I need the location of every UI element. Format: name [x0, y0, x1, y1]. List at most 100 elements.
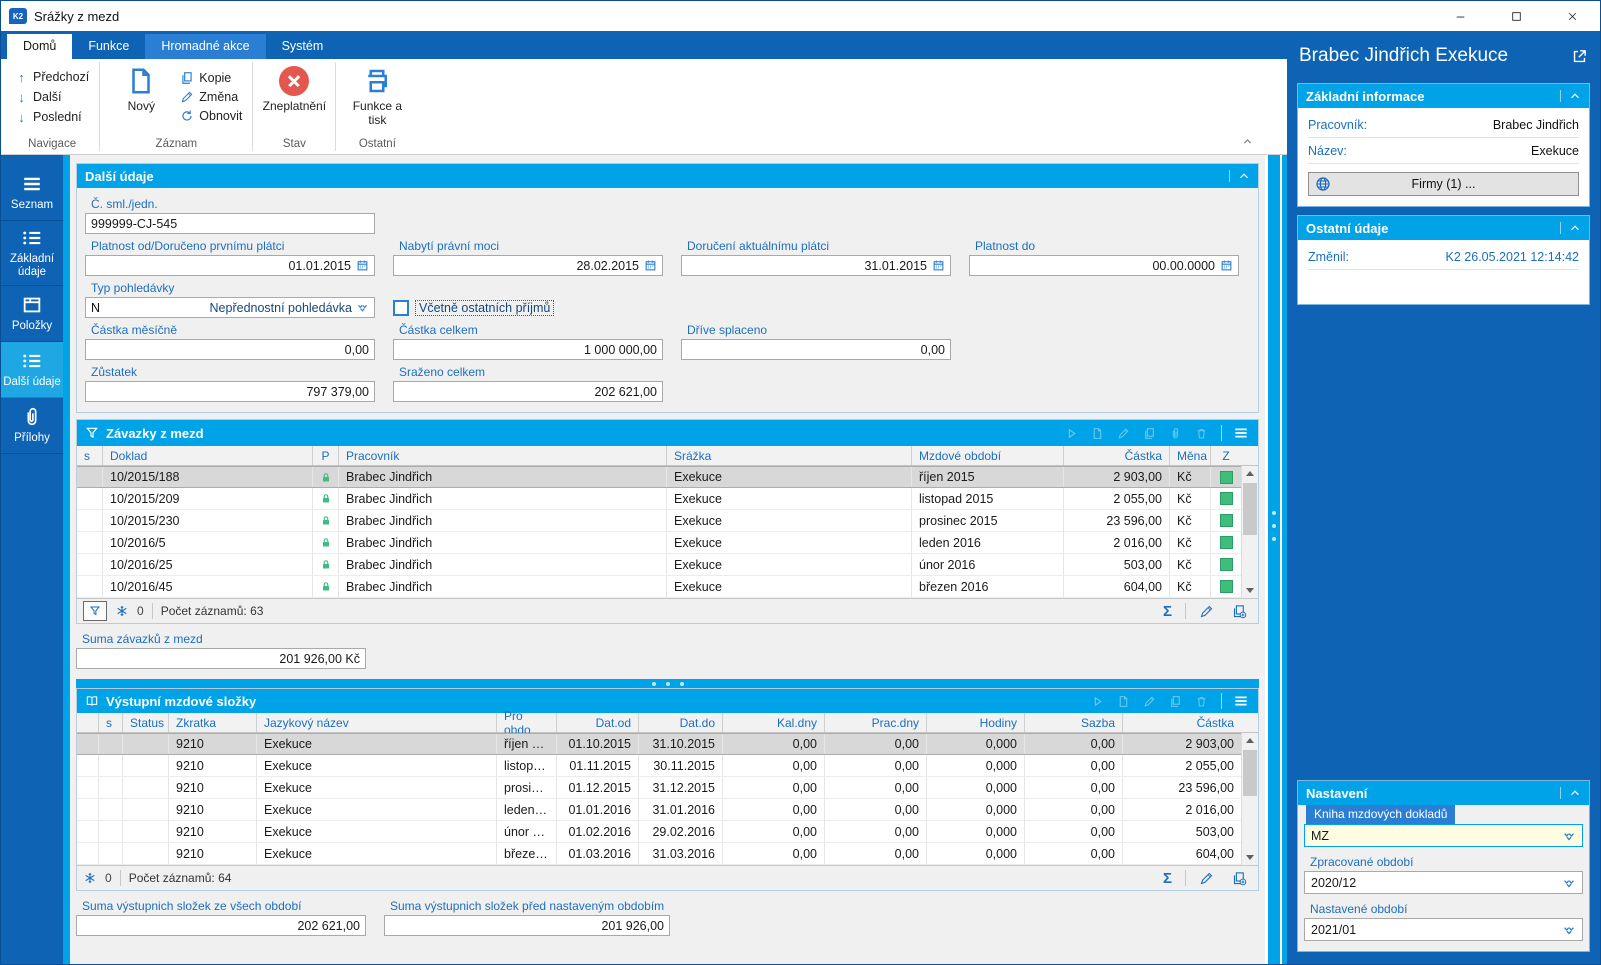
suma-vse-input[interactable]: 202 621,00 [76, 915, 366, 936]
collapse-card-button[interactable] [1560, 222, 1581, 234]
zustatek-input[interactable]: 797 379,00 [85, 381, 375, 402]
table-row[interactable]: 9210 Exekuce únor … 01.02.2016 29.02.201… [77, 821, 1241, 843]
table-menu-icon[interactable] [1221, 693, 1250, 709]
table-row[interactable]: 9210 Exekuce leden… 01.01.2016 31.01.201… [77, 799, 1241, 821]
frozen-records-icon[interactable] [83, 871, 97, 885]
copy-record-icon[interactable] [1143, 427, 1156, 440]
collapse-section-button[interactable] [1229, 170, 1250, 182]
platnost-od-input[interactable]: 01.01.2015 [85, 255, 375, 276]
scroll-up-icon[interactable] [1242, 733, 1258, 748]
new-record-icon[interactable] [1117, 695, 1130, 708]
doruceni-platci-input[interactable]: 31.01.2015 [681, 255, 951, 276]
dropdown-icon[interactable] [1562, 829, 1576, 843]
collapse-card-button[interactable] [1560, 787, 1581, 799]
copy-add-button[interactable] [1227, 604, 1252, 619]
col-pracovnik[interactable]: Pracovník [339, 446, 667, 465]
tab-system[interactable]: Systém [266, 34, 340, 59]
sidebar-item-dalsi-udaje[interactable]: Další údaje [1, 342, 63, 398]
col-dat-od[interactable]: Dat.od [557, 713, 639, 732]
table-row[interactable]: 9210 Exekuce listop… 01.11.2015 30.11.20… [77, 755, 1241, 777]
kniha-dokladu-select[interactable]: MZ [1304, 824, 1583, 847]
table-row[interactable]: 10/2016/5 Brabec Jindřich Exekuce leden … [77, 532, 1241, 554]
table-row[interactable]: 9210 Exekuce říjen … 01.10.2015 31.10.20… [77, 733, 1241, 755]
col-mena[interactable]: Měna [1170, 446, 1211, 465]
col-kal-dny[interactable]: Kal.dny [723, 713, 825, 732]
col-s[interactable]: s [99, 713, 123, 732]
sidebar-item-zakladni-udaje[interactable]: Základní údaje [1, 221, 63, 286]
edit-button[interactable] [1194, 604, 1219, 619]
cislo-smlouvy-input[interactable]: 999999-CJ-545 [85, 213, 375, 234]
close-button[interactable] [1544, 1, 1600, 31]
calendar-icon[interactable] [356, 259, 369, 272]
panel-splitter[interactable] [1265, 31, 1287, 964]
castka-celkem-input[interactable]: 1 000 000,00 [393, 339, 663, 360]
new-button[interactable]: Nový [106, 62, 176, 134]
scrollbar-thumb[interactable] [1243, 483, 1257, 535]
copy-add-button[interactable] [1227, 871, 1252, 886]
edit-record-icon[interactable] [1143, 695, 1156, 708]
col-pro-obdobi[interactable]: Pro obdo [497, 713, 557, 732]
col-castka[interactable]: Částka [1123, 713, 1241, 732]
col-mzdove-obdobi[interactable]: Mzdové období [912, 446, 1064, 465]
suma-pred-input[interactable]: 201 926,00 [384, 915, 670, 936]
suma-zavazku-input[interactable]: 201 926,00 Kč [76, 648, 366, 669]
delete-record-icon[interactable] [1195, 695, 1208, 708]
attachment-icon[interactable] [1169, 427, 1182, 440]
tab-hromadne-akce[interactable]: Hromadné akce [145, 34, 265, 59]
nabyti-pravni-moci-input[interactable]: 28.02.2015 [393, 255, 663, 276]
table-row[interactable]: 10/2016/25 Brabec Jindřich Exekuce únor … [77, 554, 1241, 576]
scrollbar-thumb[interactable] [1243, 750, 1257, 796]
ribbon-collapse-button[interactable] [1242, 136, 1253, 150]
dropdown-icon[interactable] [1562, 876, 1576, 890]
col-srazka[interactable]: Srážka [667, 446, 912, 465]
sidebar-splitter[interactable] [63, 155, 70, 964]
col-jazykovy-nazev[interactable]: Jazykový název [257, 713, 497, 732]
calendar-icon[interactable] [932, 259, 945, 272]
refresh-button[interactable]: Obnovit [176, 108, 246, 124]
minimize-button[interactable] [1432, 1, 1488, 31]
vertical-scrollbar[interactable] [1241, 733, 1258, 865]
open-external-icon[interactable] [1571, 48, 1588, 65]
col-zkratka[interactable]: Zkratka [169, 713, 257, 732]
calendar-icon[interactable] [644, 259, 657, 272]
delete-record-icon[interactable] [1195, 427, 1208, 440]
table-row[interactable]: 10/2015/188 Brabec Jindřich Exekuce říje… [77, 466, 1241, 488]
maximize-button[interactable] [1488, 1, 1544, 31]
edit-record-icon[interactable] [1117, 427, 1130, 440]
scroll-down-icon[interactable] [1242, 583, 1258, 598]
run-icon[interactable] [1091, 695, 1104, 708]
vcetne-prijmu-label[interactable]: Včetně ostatních příjmů [415, 300, 554, 316]
collapse-card-button[interactable] [1560, 90, 1581, 102]
col-p[interactable]: P [313, 446, 339, 465]
run-icon[interactable] [1065, 427, 1078, 440]
frozen-records-icon[interactable] [115, 604, 129, 618]
table-row[interactable]: 10/2016/45 Brabec Jindřich Exekuce březe… [77, 576, 1241, 598]
last-button[interactable]: ↓Poslední [11, 109, 93, 126]
sidebar-item-polozky[interactable]: Položky [1, 286, 63, 342]
col-castka[interactable]: Částka [1064, 446, 1170, 465]
col-hodiny[interactable]: Hodiny [927, 713, 1025, 732]
drive-splaceno-input[interactable]: 0,00 [681, 339, 951, 360]
change-button[interactable]: Změna [176, 89, 246, 105]
col-doklad[interactable]: Doklad [103, 446, 313, 465]
scroll-up-icon[interactable] [1242, 466, 1258, 481]
srazeno-celkem-input[interactable]: 202 621,00 [393, 381, 663, 402]
calendar-icon[interactable] [1220, 259, 1233, 272]
tab-funkce[interactable]: Funkce [72, 34, 145, 59]
vcetne-prijmu-checkbox[interactable] [393, 300, 409, 316]
nastavene-obdobi-select[interactable]: 2021/01 [1304, 918, 1583, 941]
col-prac-dny[interactable]: Prac.dny [825, 713, 927, 732]
vertical-scrollbar[interactable] [1241, 466, 1258, 598]
col-status[interactable]: Status [123, 713, 169, 732]
col-sazba[interactable]: Sazba [1025, 713, 1123, 732]
new-record-icon[interactable] [1091, 427, 1104, 440]
platnost-do-input[interactable]: 00.00.0000 [969, 255, 1239, 276]
horizontal-splitter[interactable] [76, 679, 1259, 688]
col-z[interactable]: Z [1211, 446, 1241, 465]
table-menu-icon[interactable] [1221, 425, 1250, 441]
zpracovane-obdobi-select[interactable]: 2020/12 [1304, 871, 1583, 894]
sum-button[interactable]: Σ [1158, 603, 1177, 620]
col-s[interactable]: s [77, 446, 103, 465]
sum-button[interactable]: Σ [1158, 870, 1177, 887]
typ-pohledavky-select[interactable]: N Nepřednostní pohledávka [85, 297, 375, 318]
